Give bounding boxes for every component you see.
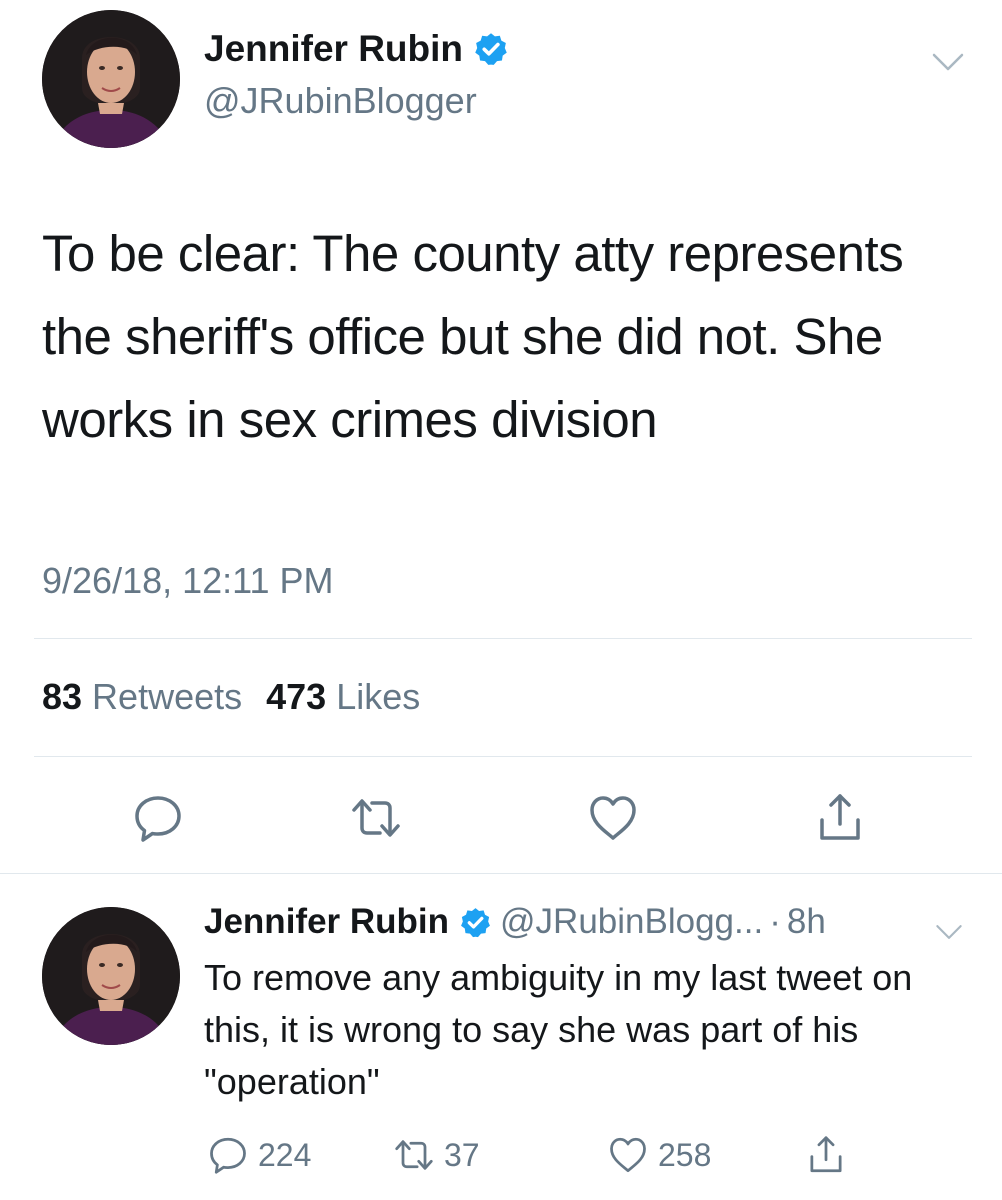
author-row: Jennifer Rubin [204,28,509,70]
retweets-label[interactable]: Retweets [92,676,242,718]
reply-author-row: Jennifer Rubin @JRubinBlogg... · 8h [204,902,826,942]
reply-author-handle[interactable]: @JRubinBlogg... [500,902,763,942]
reply-button[interactable]: 224 [206,1133,311,1177]
reply-icon[interactable] [130,790,186,846]
tweet-timestamp: 9/26/18, 12:11 PM [42,560,334,601]
like-button[interactable]: 258 [606,1133,711,1177]
verified-badge-icon [473,31,509,67]
divider [34,756,972,757]
retweet-count: 37 [444,1136,480,1173]
divider [34,638,972,639]
likes-count[interactable]: 473 [266,676,326,718]
reply-count: 224 [258,1136,312,1173]
verified-badge-icon [459,906,492,939]
author-name[interactable]: Jennifer Rubin [204,28,463,70]
author-handle[interactable]: @JRubinBlogger [204,80,477,122]
like-icon[interactable] [606,1133,650,1177]
avatar[interactable] [42,907,180,1045]
retweet-icon[interactable] [392,1133,436,1177]
retweets-count[interactable]: 83 [42,676,82,718]
chevron-down-icon[interactable] [934,922,964,942]
reply-tweet-text: To remove any ambiguity in my last tweet… [204,957,913,1102]
retweet-icon[interactable] [348,790,404,846]
tweet-text: To be clear: The county atty represents … [42,225,904,448]
tweet-detail-screen: Jennifer Rubin @JRubinBlogger To be clea… [0,0,1002,1200]
like-count: 258 [658,1136,712,1173]
share-button[interactable] [804,1133,848,1177]
reply-time: 8h [786,902,826,941]
retweet-button[interactable]: 37 [392,1133,480,1177]
separator-dot: · [769,902,781,941]
divider [0,873,1002,874]
share-icon[interactable] [812,790,868,846]
avatar[interactable] [42,10,180,148]
reply-icon[interactable] [206,1133,250,1177]
share-icon[interactable] [804,1133,848,1177]
chevron-down-icon[interactable] [930,50,966,74]
likes-label[interactable]: Likes [336,676,420,718]
engagement-stats: 83 Retweets 473 Likes [42,676,444,718]
reply-author-name[interactable]: Jennifer Rubin [204,902,449,942]
like-icon[interactable] [585,790,641,846]
